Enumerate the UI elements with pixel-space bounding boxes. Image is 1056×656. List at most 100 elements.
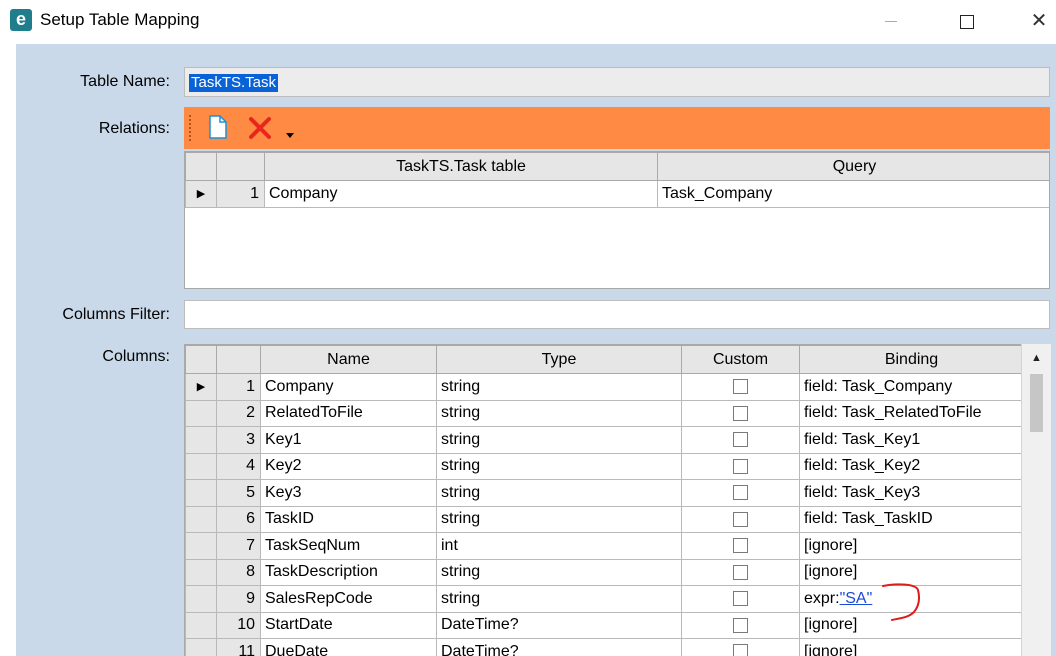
- custom-checkbox[interactable]: [733, 591, 748, 607]
- table-row[interactable]: 11 DueDate DateTime? [ignore]: [185, 638, 1022, 656]
- row-indicator-header: [185, 152, 217, 181]
- column-type-cell[interactable]: string: [436, 373, 682, 401]
- custom-checkbox[interactable]: [733, 538, 748, 554]
- column-binding-cell[interactable]: [ignore]: [799, 532, 1022, 560]
- binding-expr-link[interactable]: "SA": [840, 590, 873, 607]
- table-row[interactable]: ▶ 1 Company string field: Task_Company: [185, 373, 1022, 401]
- column-header-type[interactable]: Type: [436, 345, 682, 374]
- column-name-cell[interactable]: Key3: [260, 479, 437, 507]
- custom-checkbox-cell: [681, 505, 800, 533]
- column-name-cell[interactable]: DueDate: [260, 638, 437, 656]
- column-type-cell[interactable]: DateTime?: [436, 638, 682, 656]
- custom-checkbox[interactable]: [733, 511, 748, 527]
- custom-checkbox-cell: [681, 452, 800, 480]
- row-indicator: [185, 585, 217, 613]
- row-indicator: [185, 426, 217, 454]
- column-type-cell[interactable]: DateTime?: [436, 611, 682, 639]
- columns-filter-input[interactable]: [184, 300, 1050, 329]
- column-type-cell[interactable]: string: [436, 399, 682, 427]
- close-icon: ✕: [1030, 10, 1048, 32]
- column-binding-cell[interactable]: field: Task_RelatedToFile: [799, 399, 1022, 427]
- column-binding-cell[interactable]: [ignore]: [799, 638, 1022, 656]
- column-binding-cell[interactable]: field: Task_Company: [799, 373, 1022, 401]
- maximize-icon: [960, 15, 974, 29]
- row-indicator: [185, 611, 217, 639]
- column-header-custom[interactable]: Custom: [681, 345, 800, 374]
- maximize-button[interactable]: [944, 4, 990, 38]
- custom-checkbox-cell: [681, 558, 800, 586]
- custom-checkbox[interactable]: [733, 564, 748, 580]
- column-binding-cell[interactable]: field: Task_Key1: [799, 426, 1022, 454]
- relations-label: Relations:: [98, 120, 170, 137]
- custom-checkbox[interactable]: [733, 485, 748, 501]
- relation-table-cell[interactable]: Company: [264, 180, 658, 208]
- row-indicator: [185, 532, 217, 560]
- row-number: 8: [216, 558, 261, 586]
- row-number: 1: [216, 373, 261, 401]
- column-type-cell[interactable]: string: [436, 505, 682, 533]
- column-name-cell[interactable]: Key1: [260, 426, 437, 454]
- custom-checkbox-cell: [681, 479, 800, 507]
- table-row[interactable]: 5 Key3 string field: Task_Key3: [185, 479, 1022, 507]
- new-document-icon[interactable]: [208, 115, 228, 139]
- row-number: 3: [216, 426, 261, 454]
- table-row[interactable]: ▶ 1 Company Task_Company: [185, 180, 1049, 208]
- custom-checkbox[interactable]: [733, 379, 748, 395]
- custom-checkbox-cell: [681, 373, 800, 401]
- column-name-cell[interactable]: TaskDescription: [260, 558, 437, 586]
- relation-query-cell[interactable]: Task_Company: [657, 180, 1049, 208]
- custom-checkbox[interactable]: [733, 458, 748, 474]
- table-row[interactable]: 2 RelatedToFile string field: Task_Relat…: [185, 399, 1022, 427]
- row-indicator: [185, 452, 217, 480]
- relations-header-query[interactable]: Query: [657, 152, 1049, 181]
- row-indicator: [185, 638, 217, 656]
- row-number: 4: [216, 452, 261, 480]
- minimize-icon: [885, 21, 897, 22]
- custom-checkbox-cell: [681, 532, 800, 560]
- column-type-cell[interactable]: string: [436, 558, 682, 586]
- close-button[interactable]: ✕: [1016, 4, 1056, 38]
- column-name-cell[interactable]: StartDate: [260, 611, 437, 639]
- table-row[interactable]: 3 Key1 string field: Task_Key1: [185, 426, 1022, 454]
- column-header-binding[interactable]: Binding: [799, 345, 1022, 374]
- table-name-field[interactable]: TaskTS.Task: [184, 67, 1050, 97]
- row-number: 1: [216, 180, 265, 208]
- delete-x-icon[interactable]: [248, 116, 272, 140]
- row-number: 6: [216, 505, 261, 533]
- row-indicator: [185, 479, 217, 507]
- column-type-cell[interactable]: string: [436, 426, 682, 454]
- custom-checkbox[interactable]: [733, 644, 748, 656]
- column-name-cell[interactable]: TaskID: [260, 505, 437, 533]
- column-name-cell[interactable]: SalesRepCode: [260, 585, 437, 613]
- relations-header-table[interactable]: TaskTS.Task table: [264, 152, 658, 181]
- table-row[interactable]: 7 TaskSeqNum int [ignore]: [185, 532, 1022, 560]
- scroll-thumb[interactable]: [1030, 374, 1043, 432]
- custom-checkbox-cell: [681, 638, 800, 656]
- app-logo-icon: e: [10, 9, 32, 31]
- minimize-button[interactable]: [868, 4, 914, 38]
- column-binding-cell[interactable]: field: Task_Key2: [799, 452, 1022, 480]
- columns-scrollbar[interactable]: ▲: [1021, 344, 1051, 656]
- column-type-cell[interactable]: int: [436, 532, 682, 560]
- column-binding-cell[interactable]: field: Task_TaskID: [799, 505, 1022, 533]
- custom-checkbox[interactable]: [733, 405, 748, 421]
- column-header-name[interactable]: Name: [260, 345, 437, 374]
- custom-checkbox[interactable]: [733, 617, 748, 633]
- column-type-cell[interactable]: string: [436, 452, 682, 480]
- column-name-cell[interactable]: TaskSeqNum: [260, 532, 437, 560]
- row-indicator-header: [185, 345, 217, 374]
- column-type-cell[interactable]: string: [436, 585, 682, 613]
- toolbar-grip[interactable]: [189, 115, 194, 141]
- column-name-cell[interactable]: Company: [260, 373, 437, 401]
- column-type-cell[interactable]: string: [436, 479, 682, 507]
- column-name-cell[interactable]: RelatedToFile: [260, 399, 437, 427]
- dropdown-arrow-icon[interactable]: [286, 133, 294, 139]
- custom-checkbox-cell: [681, 611, 800, 639]
- custom-checkbox-cell: [681, 399, 800, 427]
- column-name-cell[interactable]: Key2: [260, 452, 437, 480]
- scroll-up-arrow-icon[interactable]: ▲: [1022, 344, 1051, 372]
- column-binding-cell[interactable]: field: Task_Key3: [799, 479, 1022, 507]
- table-row[interactable]: 6 TaskID string field: Task_TaskID: [185, 505, 1022, 533]
- custom-checkbox[interactable]: [733, 432, 748, 448]
- table-row[interactable]: 4 Key2 string field: Task_Key2: [185, 452, 1022, 480]
